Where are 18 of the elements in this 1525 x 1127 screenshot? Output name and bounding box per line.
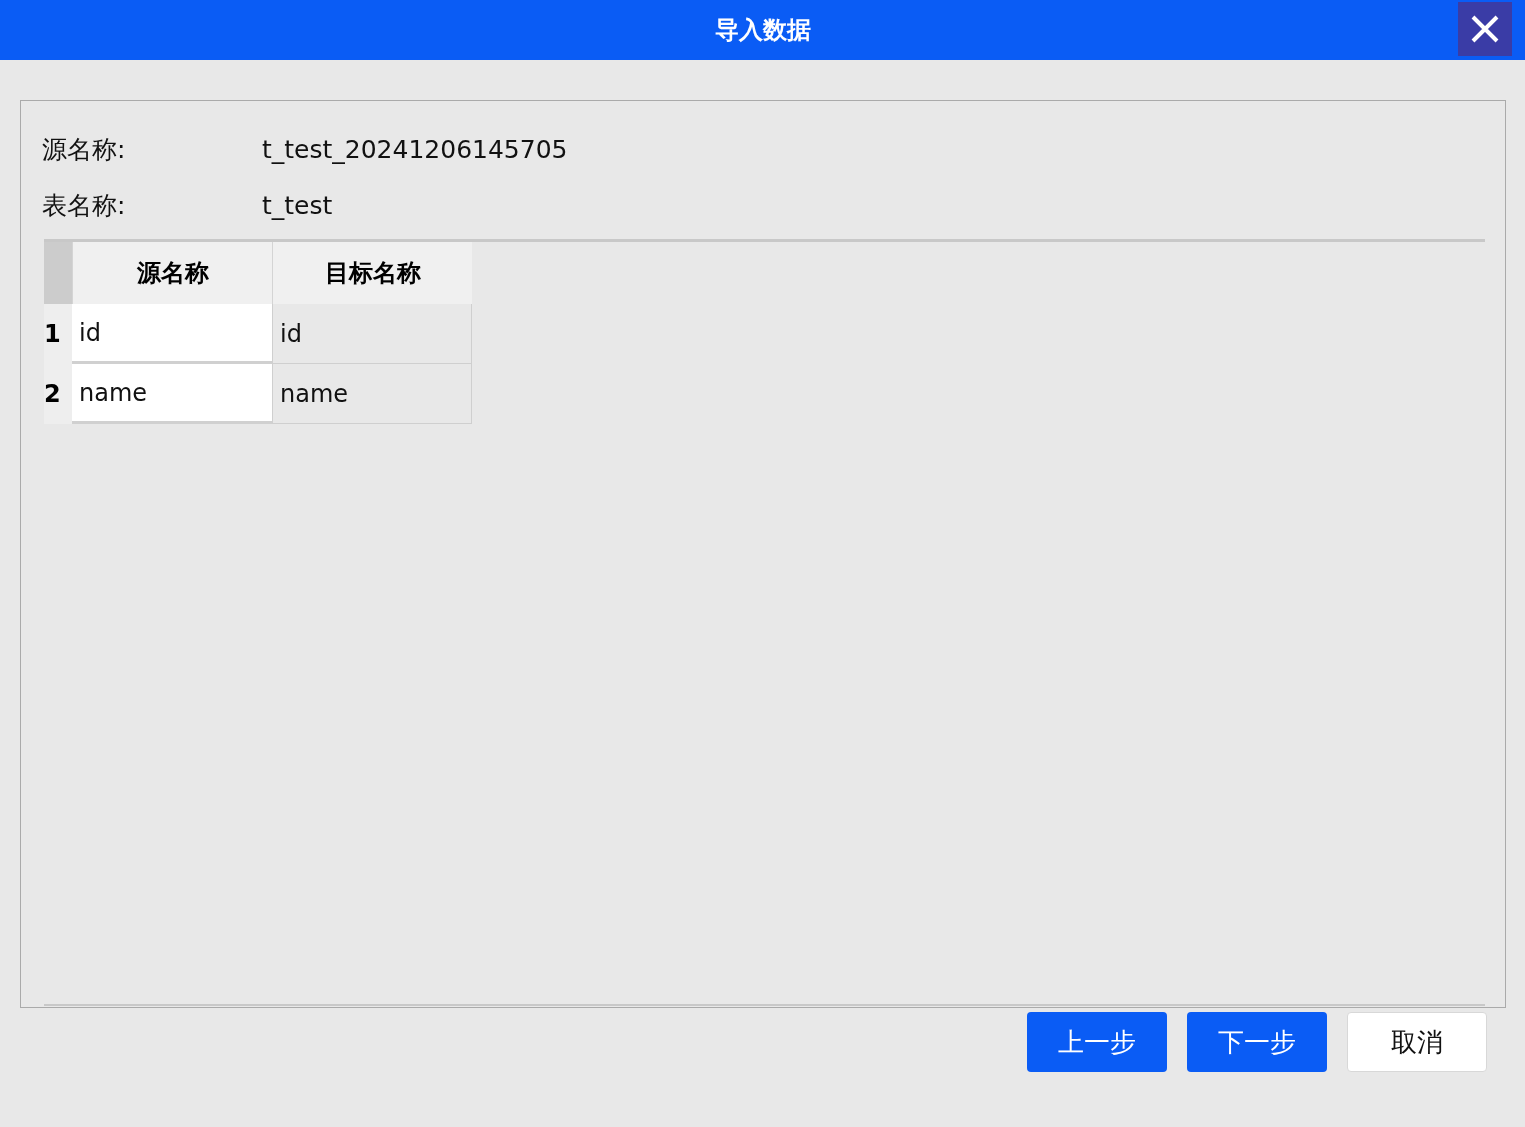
close-button[interactable] [1458,2,1512,56]
table-cell: name [272,364,472,424]
window-title: 导入数据 [714,15,811,46]
table-cell: id [272,304,472,364]
input-field[interactable]: id [72,304,272,364]
input-field[interactable]: name [72,364,272,424]
close-icon [1470,14,1500,44]
field-value: t_test_20241206145705 [262,134,568,164]
field-label: 表名称: [42,189,127,222]
field-value: t_test [262,190,333,220]
step-button[interactable]: 下一步 [1187,1012,1327,1072]
step-button[interactable]: 上一步 [1027,1012,1167,1072]
column-header: 目标名称 [272,242,472,304]
field-label: 源名称: [42,133,127,166]
cancel-button[interactable]: 取消 [1347,1012,1487,1072]
row-number: 1 [44,304,72,364]
column-header: 源名称 [72,242,272,304]
row-number: 2 [44,364,72,424]
